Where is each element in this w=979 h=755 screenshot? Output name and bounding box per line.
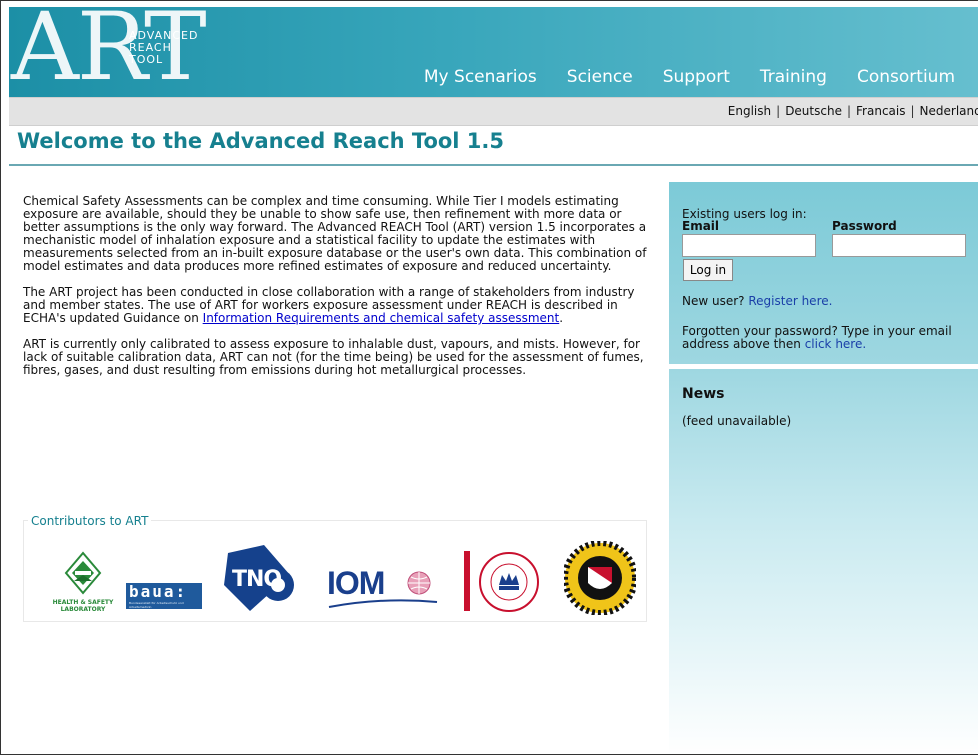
lang-francais[interactable]: Francais [856,104,905,118]
news-feed: (feed unavailable) [682,414,792,428]
intro-paragraph-2: The ART project has been conducted in cl… [23,286,648,325]
iom-wordmark: IOM [327,565,385,601]
p2-end: . [559,311,564,325]
baua-logo[interactable]: baua: Bundesanstalt für Arbeitsschutz un… [126,583,202,613]
new-user-label: New user? [682,294,749,308]
baua-wordmark: baua: [126,583,202,601]
reset-password-link[interactable]: click here. [805,337,866,351]
password-field[interactable] [832,234,966,257]
nrcwe-logo[interactable] [462,549,542,615]
lang-nederlands[interactable]: Nederlands [920,104,978,118]
crown-seal-icon [479,552,539,612]
email-field[interactable] [682,234,816,257]
hsl-text-1: HEALTH & SAFETY [52,599,114,606]
logo-sub-line-3: Tool [129,53,164,66]
iom-swoosh-icon [328,599,438,608]
baua-subtitle: Bundesanstalt für Arbeitsschutz und Arbe… [126,601,202,609]
login-button[interactable]: Log in [683,259,733,281]
language-bar: English|Deutsche|Francais|Nederlands [9,97,978,126]
nav-support[interactable]: Support [663,67,730,87]
language-links: English|Deutsche|Francais|Nederlands [728,104,978,118]
page-title: Welcome to the Advanced Reach Tool 1.5 [17,129,505,153]
iom-logo[interactable]: IOM [327,565,439,613]
tno-logo[interactable]: TNO [220,545,302,611]
new-user-text: New user? Register here. [682,295,977,308]
main-nav: My Scenarios Science Support Training Co… [394,67,978,87]
lang-english[interactable]: English [728,104,771,118]
forgot-password-text: Forgotten your password? Type in your em… [682,325,977,351]
page-frame: ART Advanced Reach Tool My Scenarios Sci… [0,0,978,755]
nav-science[interactable]: Science [567,67,633,87]
tno-wordmark: TNO [232,567,282,592]
nav-my-scenarios[interactable]: My Scenarios [424,67,537,87]
hsl-text-2: LABORATORY [60,606,106,613]
header-banner: ART Advanced Reach Tool My Scenarios Sci… [9,7,978,97]
register-link[interactable]: Register here. [748,294,832,308]
utrecht-logo[interactable] [562,540,638,616]
title-divider [9,164,978,166]
intro-content: Chemical Safety Assessments can be compl… [23,195,648,390]
intro-paragraph-1: Chemical Safety Assessments can be compl… [23,194,647,273]
password-label: Password [832,219,897,233]
contributors-label: Contributors to ART [28,514,152,528]
email-label: Email [682,219,720,233]
hsl-logo[interactable]: HEALTH & SAFETY LABORATORY [48,551,118,616]
sun-seal-icon [562,540,638,616]
login-panel: Existing users log in: Email Password Lo… [669,182,978,364]
lang-deutsche[interactable]: Deutsche [785,104,842,118]
guidance-link[interactable]: Information Requirements and chemical sa… [203,311,560,325]
red-bar [464,551,470,611]
nav-training[interactable]: Training [760,67,827,87]
hsl-emblem-icon [64,551,102,595]
news-title: News [682,386,725,402]
contributors-box: Contributors to ART HEALTH & SAFETY LABO… [23,514,647,622]
nav-consortium[interactable]: Consortium [857,67,955,87]
logo-subtitle: Advanced Reach Tool [129,30,198,66]
news-panel: News (feed unavailable) [669,369,978,754]
globe-icon [407,571,431,595]
intro-paragraph-3: ART is currently only calibrated to asse… [23,337,644,377]
